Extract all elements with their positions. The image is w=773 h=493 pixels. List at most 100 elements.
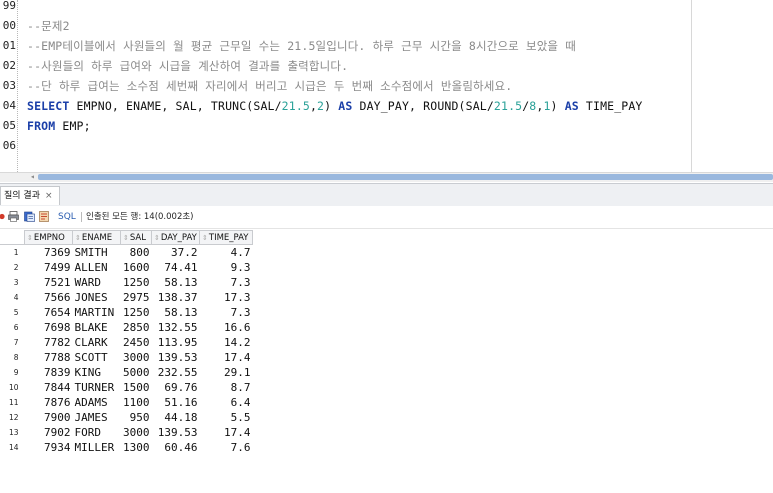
- cell-ename[interactable]: JAMES: [73, 410, 121, 425]
- cell-empno[interactable]: 7566: [25, 290, 73, 305]
- cell-sal[interactable]: 800: [121, 245, 152, 261]
- cell-ename[interactable]: SCOTT: [73, 350, 121, 365]
- cell-time-pay[interactable]: 7.3: [200, 275, 253, 290]
- cell-ename[interactable]: WARD: [73, 275, 121, 290]
- code-line[interactable]: --문제2: [27, 16, 70, 36]
- cell-empno[interactable]: 7902: [25, 425, 73, 440]
- cell-empno[interactable]: 7654: [25, 305, 73, 320]
- cell-day-pay[interactable]: 139.53: [152, 350, 200, 365]
- cell-sal[interactable]: 1600: [121, 260, 152, 275]
- cell-time-pay[interactable]: 29.1: [200, 365, 253, 380]
- code-line[interactable]: FROM EMP;: [27, 116, 91, 136]
- cell-time-pay[interactable]: 16.6: [200, 320, 253, 335]
- scroll-left-arrow-icon[interactable]: ◂: [30, 172, 35, 181]
- table-row[interactable]: 8 7788 SCOTT 3000 139.53 17.4: [0, 350, 253, 365]
- cell-day-pay[interactable]: 139.53: [152, 425, 200, 440]
- column-header-empno[interactable]: ⇕EMPNO: [24, 230, 73, 245]
- cell-ename[interactable]: SMITH: [73, 245, 121, 261]
- sort-icon[interactable]: ⇕: [27, 234, 33, 242]
- table-row[interactable]: 4 7566 JONES 2975 138.37 17.3: [0, 290, 253, 305]
- sql-icon[interactable]: [39, 211, 50, 222]
- cell-sal[interactable]: 3000: [121, 425, 152, 440]
- cell-ename[interactable]: CLARK: [73, 335, 121, 350]
- cell-sal[interactable]: 1250: [121, 305, 152, 320]
- results-grid[interactable]: ⇕EMPNO ⇕ENAME ⇕SAL ⇕DAY_PAY ⇕TIME_PAY 1 7369 S…: [0, 230, 253, 455]
- sort-icon[interactable]: ⇕: [123, 234, 129, 242]
- code-line[interactable]: SELECT EMPNO, ENAME, SAL, TRUNC(SAL/21.5…: [27, 96, 643, 116]
- scrollbar-thumb[interactable]: [38, 174, 773, 180]
- cell-ename[interactable]: FORD: [73, 425, 121, 440]
- cell-day-pay[interactable]: 232.55: [152, 365, 200, 380]
- cell-time-pay[interactable]: 6.4: [200, 395, 253, 410]
- cell-empno[interactable]: 7782: [25, 335, 73, 350]
- table-row[interactable]: 12 7900 JAMES 950 44.18 5.5: [0, 410, 253, 425]
- cell-empno[interactable]: 7369: [25, 245, 73, 261]
- cell-day-pay[interactable]: 58.13: [152, 275, 200, 290]
- export-icon[interactable]: [24, 211, 35, 222]
- cell-ename[interactable]: ADAMS: [73, 395, 121, 410]
- table-row[interactable]: 14 7934 MILLER 1300 60.46 7.6: [0, 440, 253, 455]
- table-row[interactable]: 13 7902 FORD 3000 139.53 17.4: [0, 425, 253, 440]
- cell-day-pay[interactable]: 69.76: [152, 380, 200, 395]
- cell-day-pay[interactable]: 138.37: [152, 290, 200, 305]
- table-row[interactable]: 3 7521 WARD 1250 58.13 7.3: [0, 275, 253, 290]
- cell-sal[interactable]: 1300: [121, 440, 152, 455]
- column-header-time-pay[interactable]: ⇕TIME_PAY: [199, 230, 253, 245]
- cell-day-pay[interactable]: 58.13: [152, 305, 200, 320]
- column-header-ename[interactable]: ⇕ENAME: [72, 230, 121, 245]
- close-icon[interactable]: ×: [45, 191, 53, 201]
- cell-ename[interactable]: MILLER: [73, 440, 121, 455]
- sql-link[interactable]: SQL: [58, 206, 76, 228]
- cell-time-pay[interactable]: 4.7: [200, 245, 253, 261]
- cell-time-pay[interactable]: 5.5: [200, 410, 253, 425]
- sort-icon[interactable]: ⇕: [154, 234, 160, 242]
- sort-icon[interactable]: ⇕: [202, 234, 208, 242]
- cell-sal[interactable]: 5000: [121, 365, 152, 380]
- tab-query-result[interactable]: 질의 결과 ×: [0, 186, 60, 205]
- cell-sal[interactable]: 1250: [121, 275, 152, 290]
- cell-time-pay[interactable]: 14.2: [200, 335, 253, 350]
- cell-empno[interactable]: 7521: [25, 275, 73, 290]
- cell-ename[interactable]: JONES: [73, 290, 121, 305]
- code-line[interactable]: --단 하루 급여는 소수점 세번째 자리에서 버리고 시급은 두 번째 소수점…: [27, 76, 512, 96]
- print-icon[interactable]: [8, 211, 19, 222]
- cell-ename[interactable]: MARTIN: [73, 305, 121, 320]
- sort-icon[interactable]: ⇕: [75, 234, 81, 242]
- editor-horizontal-scrollbar[interactable]: ◂: [0, 172, 773, 182]
- table-row[interactable]: 6 7698 BLAKE 2850 132.55 16.6: [0, 320, 253, 335]
- cell-ename[interactable]: BLAKE: [73, 320, 121, 335]
- table-row[interactable]: 10 7844 TURNER 1500 69.76 8.7: [0, 380, 253, 395]
- cell-empno[interactable]: 7788: [25, 350, 73, 365]
- table-row[interactable]: 9 7839 KING 5000 232.55 29.1: [0, 365, 253, 380]
- cell-time-pay[interactable]: 17.4: [200, 425, 253, 440]
- cell-empno[interactable]: 7900: [25, 410, 73, 425]
- cell-time-pay[interactable]: 17.3: [200, 290, 253, 305]
- cell-empno[interactable]: 7499: [25, 260, 73, 275]
- table-row[interactable]: 2 7499 ALLEN 1600 74.41 9.3: [0, 260, 253, 275]
- cell-time-pay[interactable]: 9.3: [200, 260, 253, 275]
- cell-sal[interactable]: 2450: [121, 335, 152, 350]
- code-line[interactable]: --EMP테이블에서 사원들의 월 평균 근무일 수는 21.5일입니다. 하루…: [27, 36, 576, 56]
- cell-time-pay[interactable]: 8.7: [200, 380, 253, 395]
- sql-editor[interactable]: 99 00 01 02 03 04 05 06 --문제2 --EMP테이블에서 …: [0, 0, 773, 172]
- cell-ename[interactable]: ALLEN: [73, 260, 121, 275]
- cell-time-pay[interactable]: 7.6: [200, 440, 253, 455]
- cell-day-pay[interactable]: 60.46: [152, 440, 200, 455]
- cell-day-pay[interactable]: 132.55: [152, 320, 200, 335]
- cell-day-pay[interactable]: 74.41: [152, 260, 200, 275]
- cell-sal[interactable]: 950: [121, 410, 152, 425]
- table-row[interactable]: 1 7369 SMITH 800 37.2 4.7: [0, 245, 253, 261]
- cell-ename[interactable]: TURNER: [73, 380, 121, 395]
- table-row[interactable]: 5 7654 MARTIN 1250 58.13 7.3: [0, 305, 253, 320]
- cell-day-pay[interactable]: 51.16: [152, 395, 200, 410]
- cell-sal[interactable]: 2975: [121, 290, 152, 305]
- cell-empno[interactable]: 7844: [25, 380, 73, 395]
- cell-sal[interactable]: 1500: [121, 380, 152, 395]
- cell-empno[interactable]: 7934: [25, 440, 73, 455]
- cell-sal[interactable]: 1100: [121, 395, 152, 410]
- cell-empno[interactable]: 7839: [25, 365, 73, 380]
- cell-day-pay[interactable]: 44.18: [152, 410, 200, 425]
- cell-day-pay[interactable]: 37.2: [152, 245, 200, 261]
- column-header-sal[interactable]: ⇕SAL: [120, 230, 152, 245]
- table-row[interactable]: 11 7876 ADAMS 1100 51.16 6.4: [0, 395, 253, 410]
